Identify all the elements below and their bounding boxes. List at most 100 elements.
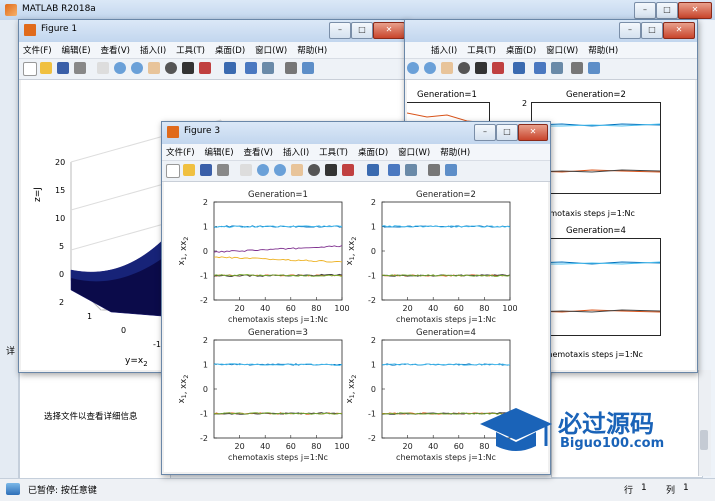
pointer-icon[interactable] bbox=[240, 164, 252, 176]
menu-help[interactable]: 帮助(H) bbox=[293, 42, 331, 58]
hide-plot-tools-icon[interactable] bbox=[428, 164, 440, 176]
menu-file[interactable]: 文件(F) bbox=[162, 144, 199, 160]
zoom-out-icon[interactable] bbox=[274, 164, 286, 176]
figure2-close-button[interactable]: ✕ bbox=[663, 22, 695, 39]
menu-edit[interactable]: 编辑(E) bbox=[58, 42, 95, 58]
menu-desktop[interactable]: 桌面(D) bbox=[502, 42, 540, 58]
menu-tools[interactable]: 工具(T) bbox=[172, 42, 209, 58]
panel-title: Generation=3 bbox=[248, 328, 308, 338]
hide-plot-tools-icon[interactable] bbox=[571, 62, 583, 74]
main-close-button[interactable]: ✕ bbox=[678, 2, 712, 19]
menu-window[interactable]: 窗口(W) bbox=[394, 144, 434, 160]
open-file-icon[interactable] bbox=[183, 164, 195, 176]
legend-icon[interactable] bbox=[405, 164, 417, 176]
menu-edit[interactable]: 编辑(E) bbox=[201, 144, 238, 160]
x-tick-label: 100 bbox=[334, 442, 349, 451]
pan-icon[interactable] bbox=[291, 164, 303, 176]
rotate-icon[interactable] bbox=[458, 62, 470, 74]
figure3-maximize-button[interactable]: □ bbox=[496, 124, 518, 141]
y-axis-label: x1, xx2 bbox=[177, 237, 190, 266]
rotate-icon[interactable] bbox=[165, 62, 177, 74]
link-icon[interactable] bbox=[224, 62, 236, 74]
fig2-panel4-lines bbox=[532, 261, 660, 313]
figure1-close-button[interactable]: ✕ bbox=[373, 22, 405, 39]
new-figure-icon[interactable] bbox=[166, 164, 180, 178]
main-maximize-button[interactable]: □ bbox=[656, 2, 678, 19]
open-file-icon[interactable] bbox=[40, 62, 52, 74]
menu-help[interactable]: 帮助(H) bbox=[436, 144, 474, 160]
x-tick-label: 40 bbox=[260, 442, 270, 451]
figure3-close-button[interactable]: ✕ bbox=[518, 124, 548, 141]
x-tick-label: 40 bbox=[260, 304, 270, 313]
x-tick-label: 60 bbox=[286, 304, 296, 313]
save-icon[interactable] bbox=[200, 164, 212, 176]
zoom-in-icon[interactable] bbox=[257, 164, 269, 176]
data-cursor-icon[interactable] bbox=[325, 164, 337, 176]
hide-plot-tools-icon[interactable] bbox=[285, 62, 297, 74]
y-tick-label: -2 bbox=[368, 296, 376, 305]
menu-insert[interactable]: 插入(I) bbox=[427, 42, 461, 58]
y-axis-label: x1, xx2 bbox=[345, 237, 358, 266]
details-hint: 选择文件以查看详细信息 bbox=[44, 412, 138, 422]
menu-insert[interactable]: 插入(I) bbox=[279, 144, 313, 160]
menu-desktop[interactable]: 桌面(D) bbox=[354, 144, 392, 160]
x-tick-label: 100 bbox=[502, 304, 517, 313]
pan-icon[interactable] bbox=[148, 62, 160, 74]
left-panel-strip bbox=[0, 20, 19, 480]
legend-icon[interactable] bbox=[262, 62, 274, 74]
figure2-maximize-button[interactable]: □ bbox=[641, 22, 663, 39]
brush-icon[interactable] bbox=[492, 62, 504, 74]
colorbar-icon[interactable] bbox=[534, 62, 546, 74]
legend-icon[interactable] bbox=[551, 62, 563, 74]
panel-axes bbox=[381, 201, 511, 301]
menu-help[interactable]: 帮助(H) bbox=[584, 42, 622, 58]
show-plot-tools-icon[interactable] bbox=[445, 164, 457, 176]
tab-fragment[interactable]: 详 bbox=[6, 344, 15, 357]
x-tick-label: 100 bbox=[334, 304, 349, 313]
data-cursor-icon[interactable] bbox=[475, 62, 487, 74]
new-figure-icon[interactable] bbox=[23, 62, 37, 76]
pointer-icon[interactable] bbox=[97, 62, 109, 74]
menu-file[interactable]: 文件(F) bbox=[19, 42, 56, 58]
colorbar-icon[interactable] bbox=[245, 62, 257, 74]
figure3-title: Figure 3 bbox=[184, 126, 221, 136]
menu-tools[interactable]: 工具(T) bbox=[315, 144, 352, 160]
x-tick-label: 20 bbox=[403, 442, 413, 451]
figure1-minimize-button[interactable]: – bbox=[329, 22, 351, 39]
status-icon bbox=[6, 483, 20, 495]
rotate-icon[interactable] bbox=[308, 164, 320, 176]
figure1-title: Figure 1 bbox=[41, 24, 78, 34]
colorbar-icon[interactable] bbox=[388, 164, 400, 176]
zoom-in-icon[interactable] bbox=[407, 62, 419, 74]
print-icon[interactable] bbox=[74, 62, 86, 74]
menu-desktop[interactable]: 桌面(D) bbox=[211, 42, 249, 58]
zoom-out-icon[interactable] bbox=[131, 62, 143, 74]
menu-view[interactable]: 查看(V) bbox=[97, 42, 134, 58]
link-icon[interactable] bbox=[367, 164, 379, 176]
pan-icon[interactable] bbox=[441, 62, 453, 74]
menu-tools[interactable]: 工具(T) bbox=[463, 42, 500, 58]
show-plot-tools-icon[interactable] bbox=[302, 62, 314, 74]
brush-icon[interactable] bbox=[199, 62, 211, 74]
zoom-in-icon[interactable] bbox=[114, 62, 126, 74]
figure3-minimize-button[interactable]: – bbox=[474, 124, 496, 141]
zoom-out-icon[interactable] bbox=[424, 62, 436, 74]
menu-insert[interactable]: 插入(I) bbox=[136, 42, 170, 58]
menu-window[interactable]: 窗口(W) bbox=[542, 42, 582, 58]
figure2-minimize-button[interactable]: – bbox=[619, 22, 641, 39]
menu-view[interactable]: 查看(V) bbox=[240, 144, 277, 160]
figure1-maximize-button[interactable]: □ bbox=[351, 22, 373, 39]
data-cursor-icon[interactable] bbox=[182, 62, 194, 74]
fig2-panel2-lines bbox=[532, 123, 660, 173]
col-value: 1 bbox=[683, 483, 689, 493]
brush-icon[interactable] bbox=[342, 164, 354, 176]
print-icon[interactable] bbox=[217, 164, 229, 176]
matlab-title: MATLAB R2018a bbox=[22, 4, 96, 14]
link-icon[interactable] bbox=[513, 62, 525, 74]
panel-title: Generation=4 bbox=[416, 328, 476, 338]
save-icon[interactable] bbox=[57, 62, 69, 74]
main-minimize-button[interactable]: – bbox=[634, 2, 656, 19]
show-plot-tools-icon[interactable] bbox=[588, 62, 600, 74]
zlabel: z=J bbox=[33, 187, 43, 202]
menu-window[interactable]: 窗口(W) bbox=[251, 42, 291, 58]
